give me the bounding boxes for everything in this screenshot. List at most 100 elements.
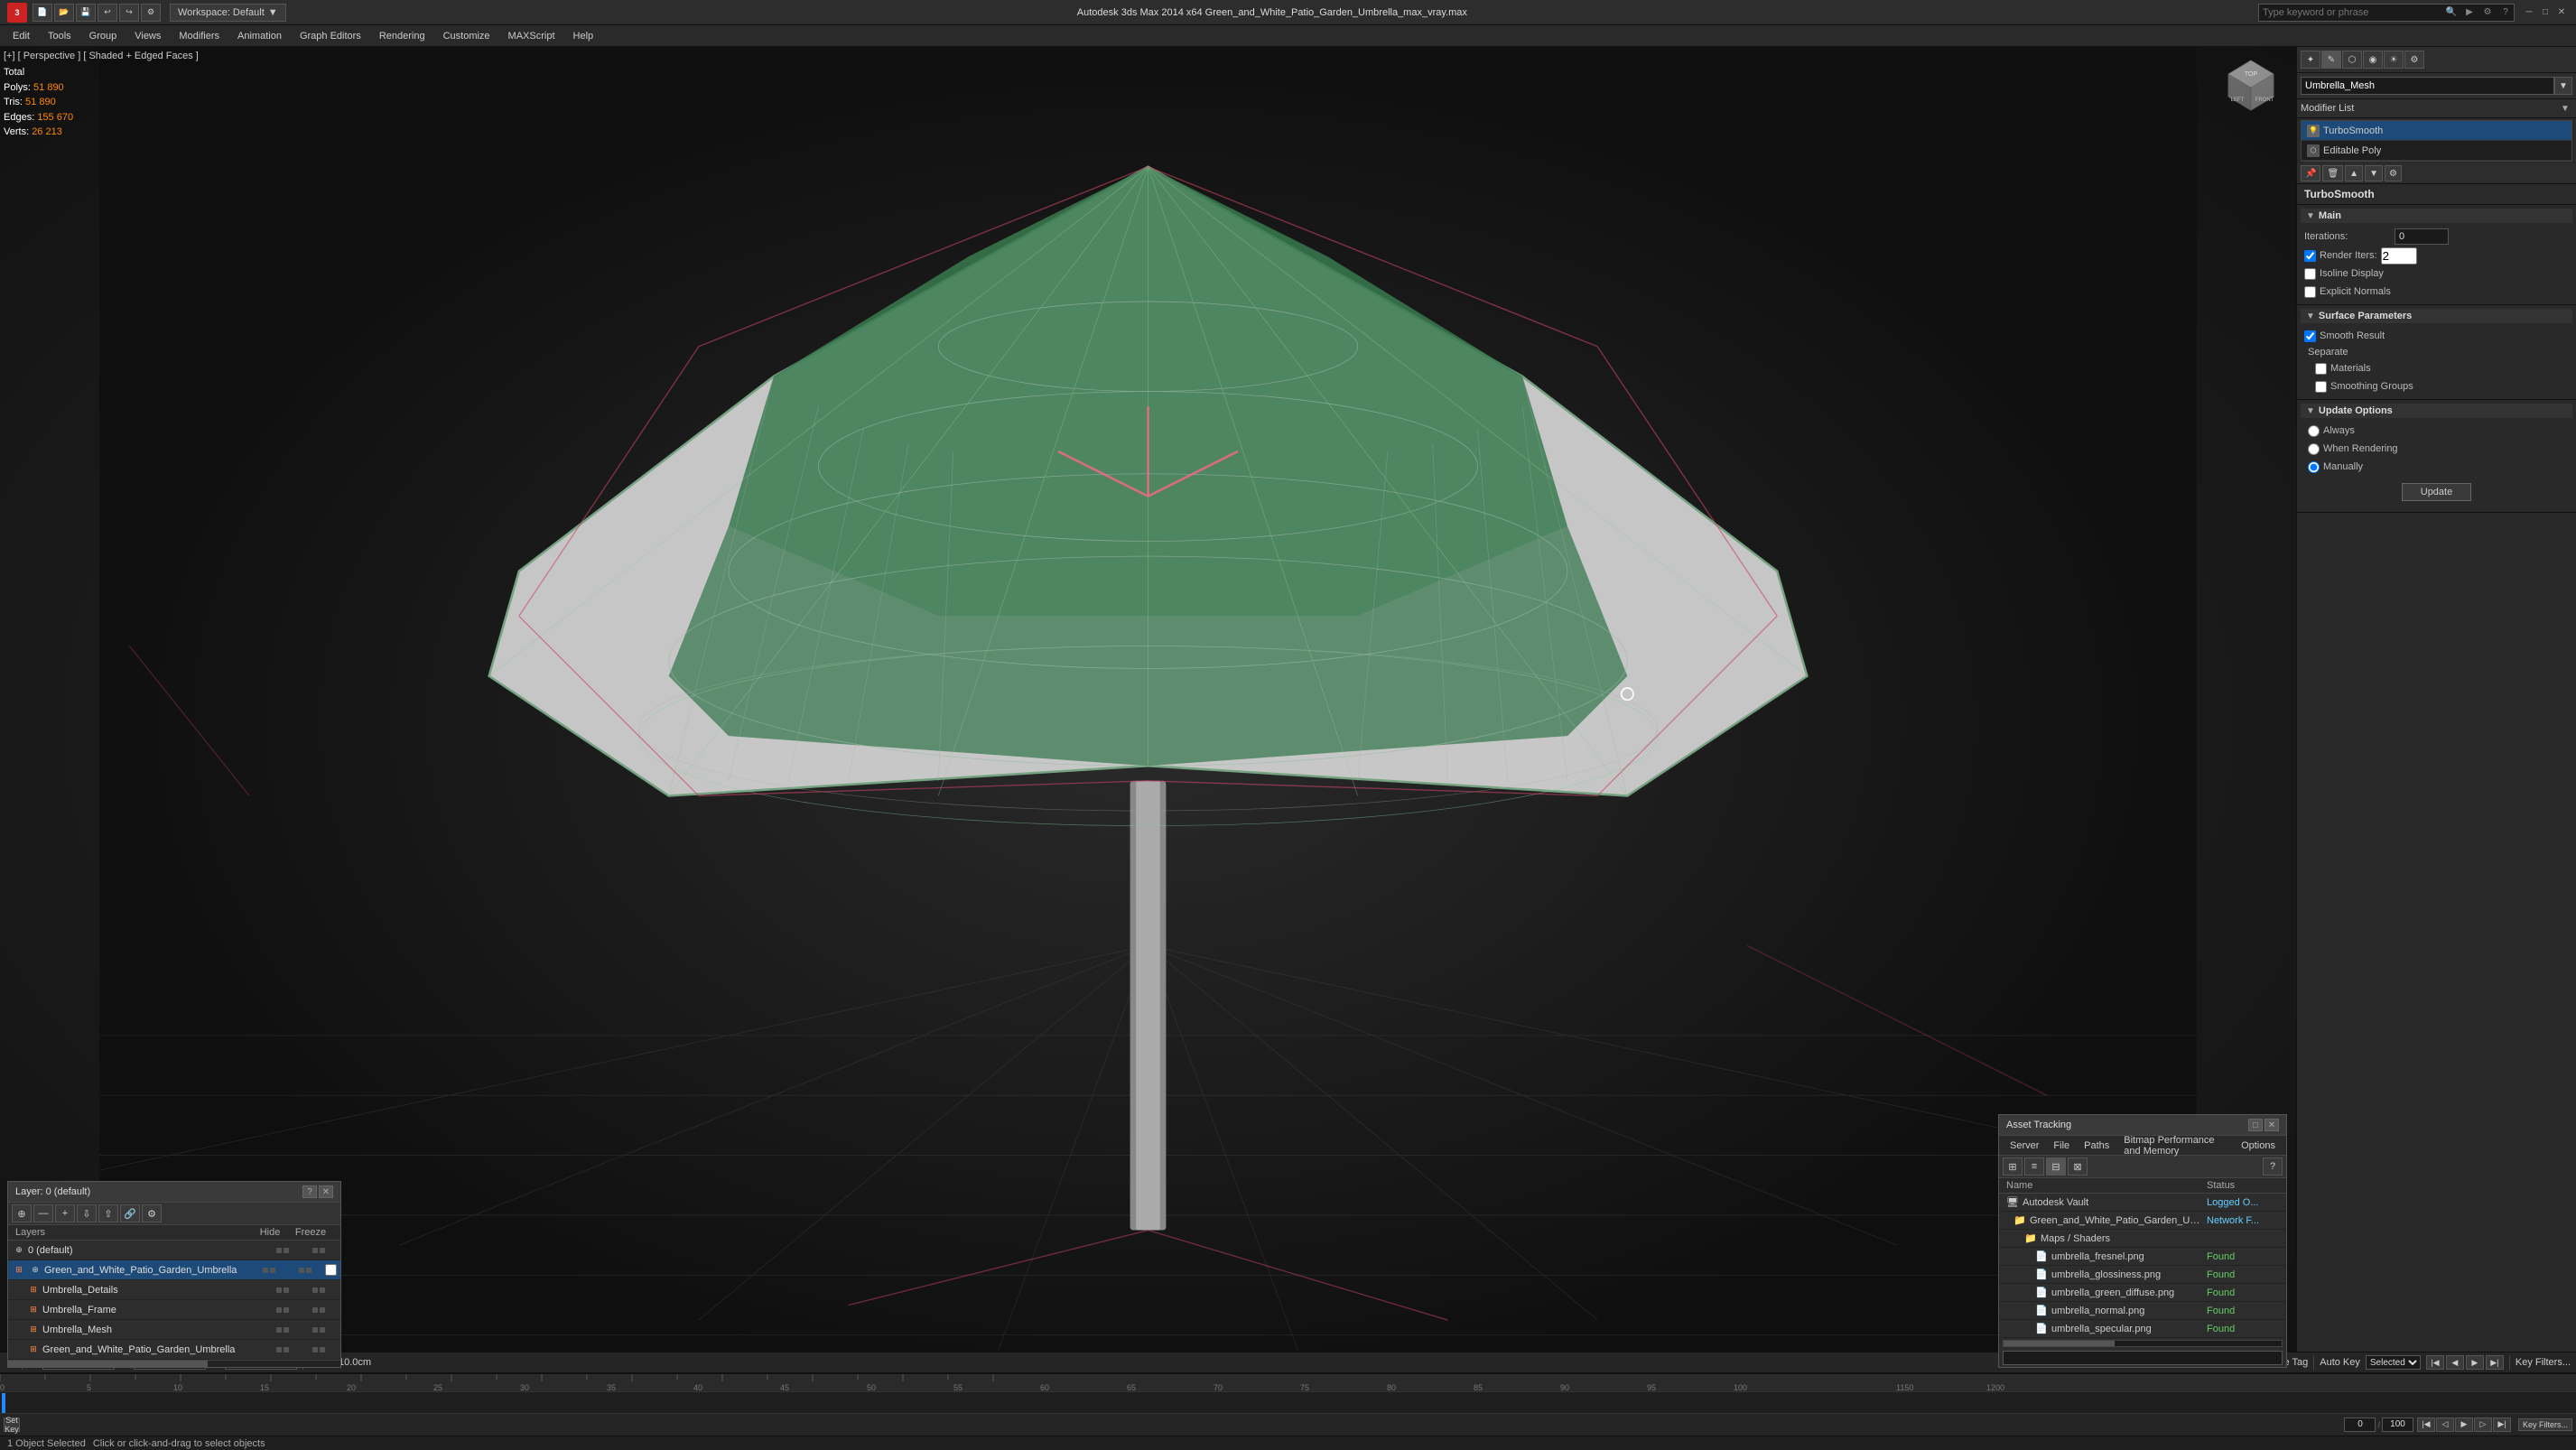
layer-scrollbar[interactable] bbox=[8, 1360, 340, 1367]
asset-row-maps[interactable]: 📁 Maps / Shaders bbox=[1999, 1230, 2286, 1248]
asset-menu-paths[interactable]: Paths bbox=[2077, 1139, 2116, 1153]
menu-tools[interactable]: Tools bbox=[39, 25, 80, 47]
layer-row-default[interactable]: ⊕ 0 (default) bbox=[8, 1241, 340, 1260]
play-fwd-btn[interactable]: ▶ bbox=[2466, 1355, 2484, 1370]
asset-panel-minimize[interactable]: □ bbox=[2248, 1119, 2263, 1131]
asset-tool-2[interactable]: ⊟ bbox=[2046, 1157, 2066, 1176]
layer-panel-close[interactable]: ✕ bbox=[319, 1185, 333, 1198]
selected-dropdown[interactable]: Selected bbox=[2366, 1355, 2421, 1370]
play-back-btn[interactable]: ◀ bbox=[2446, 1355, 2464, 1370]
asset-row-diffuse[interactable]: 📄 umbrella_green_diffuse.png Found bbox=[1999, 1284, 2286, 1302]
asset-menu-server[interactable]: Server bbox=[2003, 1139, 2046, 1153]
always-radio[interactable] bbox=[2308, 425, 2320, 437]
key-filters-btn[interactable]: Key Filters... bbox=[2518, 1418, 2572, 1431]
save-icon[interactable]: 💾 bbox=[76, 4, 96, 22]
modify-icon[interactable]: ✎ bbox=[2321, 51, 2341, 69]
options-icon[interactable]: ⚙ bbox=[141, 4, 161, 22]
remove-btn[interactable]: 🗑 bbox=[2322, 165, 2343, 181]
utilities-icon[interactable]: ⚙ bbox=[2404, 51, 2424, 69]
goto-end-btn[interactable]: ▶| bbox=[2493, 1417, 2511, 1432]
modifier-editable-poly[interactable]: ⬡ Editable Poly bbox=[2302, 141, 2571, 161]
new-icon[interactable]: 📄 bbox=[33, 4, 52, 22]
menu-graph-editors[interactable]: Graph Editors bbox=[291, 25, 370, 47]
asset-row-fresnel[interactable]: 📄 umbrella_fresnel.png Found bbox=[1999, 1248, 2286, 1266]
viewport[interactable]: [+] [ Perspective ] [ Shaded + Edged Fac… bbox=[0, 47, 2296, 1395]
materials-checkbox[interactable] bbox=[2315, 363, 2327, 375]
move-up-btn[interactable]: ▲ bbox=[2345, 165, 2363, 181]
main-section-header[interactable]: ▼ Main bbox=[2301, 209, 2572, 223]
next-key-btn[interactable]: ▷ bbox=[2474, 1417, 2492, 1432]
asset-menu-file[interactable]: File bbox=[2046, 1139, 2077, 1153]
hierarchy-icon[interactable]: ⬡ bbox=[2342, 51, 2362, 69]
layer-tool-0[interactable]: ⊕ bbox=[12, 1204, 32, 1222]
open-icon[interactable]: 📂 bbox=[54, 4, 74, 22]
menu-help[interactable]: Help bbox=[564, 25, 603, 47]
menu-maxscript[interactable]: MAXScript bbox=[499, 25, 564, 47]
play-btn[interactable]: ▶ bbox=[2455, 1417, 2473, 1432]
object-name-input[interactable]: Umbrella_Mesh bbox=[2301, 77, 2554, 95]
menu-customize[interactable]: Customize bbox=[434, 25, 499, 47]
maximize-button[interactable]: □ bbox=[2538, 5, 2553, 20]
move-down-btn[interactable]: ▼ bbox=[2365, 165, 2383, 181]
menu-animation[interactable]: Animation bbox=[228, 25, 291, 47]
layer-tool-3[interactable]: ⇩ bbox=[77, 1204, 97, 1222]
key-filters[interactable]: Key Filters... bbox=[2516, 1357, 2571, 1368]
motion-icon[interactable]: ◉ bbox=[2363, 51, 2383, 69]
explicit-normals-checkbox[interactable] bbox=[2304, 286, 2316, 298]
update-button[interactable]: Update bbox=[2402, 483, 2471, 501]
isoline-checkbox[interactable] bbox=[2304, 268, 2316, 280]
surface-section-header[interactable]: ▼ Surface Parameters bbox=[2301, 309, 2572, 323]
menu-modifiers[interactable]: Modifiers bbox=[170, 25, 228, 47]
configure-btn[interactable]: ⚙ bbox=[2385, 165, 2402, 181]
asset-path-input[interactable] bbox=[2003, 1351, 2283, 1365]
layer-scrollbar-thumb[interactable] bbox=[8, 1361, 208, 1368]
view-cube[interactable]: TOP LEFT FRONT bbox=[2210, 47, 2292, 128]
layer-tool-4[interactable]: ⇧ bbox=[98, 1204, 118, 1222]
iterations-input[interactable] bbox=[2395, 228, 2449, 245]
asset-tool-0[interactable]: ⊞ bbox=[2003, 1157, 2023, 1176]
asset-tool-1[interactable]: ≡ bbox=[2024, 1157, 2044, 1176]
menu-edit[interactable]: Edit bbox=[4, 25, 39, 47]
asset-row-green[interactable]: 📁 Green_and_White_Patio_Garden_Umbre... … bbox=[1999, 1212, 2286, 1230]
prev-key-btn[interactable]: ◁ bbox=[2436, 1417, 2454, 1432]
layer-tool-6[interactable]: ⚙ bbox=[142, 1204, 162, 1222]
timeline-cursor[interactable] bbox=[2, 1393, 5, 1413]
redo-icon[interactable]: ↪ bbox=[119, 4, 139, 22]
layer-row-umbrella2[interactable]: ⊞ Green_and_White_Patio_Garden_Umbrella bbox=[8, 1340, 340, 1360]
asset-row-glossiness[interactable]: 📄 umbrella_glossiness.png Found bbox=[1999, 1266, 2286, 1284]
asset-row-specular[interactable]: 📄 umbrella_specular.png Found bbox=[1999, 1320, 2286, 1338]
help-icon[interactable]: ? bbox=[2497, 5, 2514, 21]
object-name-arrow[interactable]: ▼ bbox=[2554, 77, 2572, 95]
pin-btn[interactable]: 📌 bbox=[2301, 165, 2320, 181]
layer-panel-question[interactable]: ? bbox=[302, 1185, 317, 1198]
asset-row-vault[interactable]: 🖥 Autodesk Vault Logged O... bbox=[1999, 1194, 2286, 1212]
next-frame-btn[interactable]: ▶| bbox=[2486, 1355, 2504, 1370]
layer-tool-5[interactable]: 🔗 bbox=[120, 1204, 140, 1222]
total-frames-input[interactable] bbox=[2382, 1417, 2413, 1432]
render-iters-input[interactable] bbox=[2381, 247, 2417, 265]
current-frame-input[interactable] bbox=[2344, 1417, 2376, 1432]
asset-row-normal[interactable]: 📄 umbrella_normal.png Found bbox=[1999, 1302, 2286, 1320]
asset-tool-3[interactable]: ⊠ bbox=[2068, 1157, 2088, 1176]
workspace-button[interactable]: Workspace: Default ▼ bbox=[170, 4, 286, 22]
layer-tool-2[interactable]: + bbox=[55, 1204, 75, 1222]
asset-panel-close[interactable]: ✕ bbox=[2264, 1119, 2279, 1131]
menu-group[interactable]: Group bbox=[80, 25, 126, 47]
manually-radio[interactable] bbox=[2308, 461, 2320, 473]
layer-checkbox-1[interactable] bbox=[325, 1264, 337, 1276]
search-input[interactable] bbox=[2259, 7, 2440, 18]
search-icon[interactable]: 🔍 bbox=[2443, 5, 2460, 21]
search-next-icon[interactable]: ▶ bbox=[2461, 5, 2478, 21]
goto-start-btn[interactable]: |◀ bbox=[2417, 1417, 2435, 1432]
undo-icon[interactable]: ↩ bbox=[98, 4, 117, 22]
layer-row-details[interactable]: ⊞ Umbrella_Details bbox=[8, 1280, 340, 1300]
prev-frame-btn[interactable]: |◀ bbox=[2426, 1355, 2444, 1370]
create-icon[interactable]: ✦ bbox=[2301, 51, 2320, 69]
asset-menu-bitmap[interactable]: Bitmap Performance and Memory bbox=[2116, 1133, 2234, 1158]
asset-menu-options[interactable]: Options bbox=[2234, 1139, 2283, 1153]
menu-views[interactable]: Views bbox=[126, 25, 170, 47]
minimize-button[interactable]: ─ bbox=[2522, 5, 2536, 20]
layer-row-mesh[interactable]: ⊞ Umbrella_Mesh bbox=[8, 1320, 340, 1340]
update-section-header[interactable]: ▼ Update Options bbox=[2301, 404, 2572, 418]
smooth-result-checkbox[interactable] bbox=[2304, 330, 2316, 342]
